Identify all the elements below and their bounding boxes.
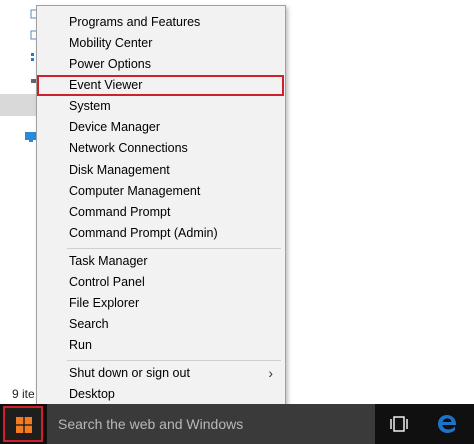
menu-item-search[interactable]: Search <box>37 314 285 335</box>
status-bar-item-count: 9 ite <box>12 387 35 401</box>
menu-item-run[interactable]: Run <box>37 335 285 356</box>
menu-item-network-connections[interactable]: Network Connections <box>37 138 285 159</box>
menu-item-label: Control Panel <box>69 275 145 289</box>
menu-item-label: Network Connections <box>69 141 188 155</box>
winx-context-menu: Programs and Features Mobility Center Po… <box>36 5 286 408</box>
menu-separator <box>67 248 281 249</box>
taskbar: Search the web and Windows <box>0 404 474 444</box>
menu-item-label: Disk Management <box>69 163 170 177</box>
menu-item-programs-and-features[interactable]: Programs and Features <box>37 12 285 33</box>
menu-item-label: Computer Management <box>69 184 201 198</box>
search-box[interactable]: Search the web and Windows <box>47 404 375 444</box>
menu-item-label: File Explorer <box>69 296 140 310</box>
menu-item-desktop[interactable]: Desktop <box>37 384 285 405</box>
chevron-right-icon: › <box>268 365 273 381</box>
menu-item-command-prompt-admin[interactable]: Command Prompt (Admin) <box>37 223 285 244</box>
menu-item-label: Command Prompt (Admin) <box>69 226 218 240</box>
start-button[interactable] <box>3 406 43 442</box>
menu-item-shut-down-or-sign-out[interactable]: Shut down or sign out › <box>37 363 285 384</box>
menu-item-command-prompt[interactable]: Command Prompt <box>37 202 285 223</box>
menu-item-disk-management[interactable]: Disk Management <box>37 160 285 181</box>
menu-item-label: Power Options <box>69 57 151 71</box>
menu-item-label: Event Viewer <box>69 78 143 92</box>
menu-item-label: Programs and Features <box>69 15 201 29</box>
menu-item-mobility-center[interactable]: Mobility Center <box>37 33 285 54</box>
windows-logo-icon <box>16 417 32 433</box>
menu-item-label: Search <box>69 317 109 331</box>
menu-separator <box>67 360 281 361</box>
menu-item-label: System <box>69 99 111 113</box>
menu-item-label: Shut down or sign out <box>69 366 190 380</box>
menu-item-file-explorer[interactable]: File Explorer <box>37 293 285 314</box>
menu-item-label: Device Manager <box>69 120 161 134</box>
menu-item-task-manager[interactable]: Task Manager <box>37 251 285 272</box>
menu-item-system[interactable]: System <box>37 96 285 117</box>
selected-row-strip <box>0 94 40 116</box>
menu-item-power-options[interactable]: Power Options <box>37 54 285 75</box>
edge-icon[interactable] <box>436 413 458 435</box>
menu-item-label: Run <box>69 338 92 352</box>
search-placeholder: Search the web and Windows <box>58 416 244 432</box>
menu-item-label: Task Manager <box>69 254 148 268</box>
menu-item-label: Desktop <box>69 387 115 401</box>
menu-item-label: Mobility Center <box>69 36 153 50</box>
menu-item-event-viewer[interactable]: Event Viewer <box>37 75 284 96</box>
task-view-icon[interactable] <box>389 415 409 433</box>
menu-item-label: Command Prompt <box>69 205 171 219</box>
menu-item-control-panel[interactable]: Control Panel <box>37 272 285 293</box>
menu-item-device-manager[interactable]: Device Manager <box>37 117 285 138</box>
menu-item-computer-management[interactable]: Computer Management <box>37 181 285 202</box>
